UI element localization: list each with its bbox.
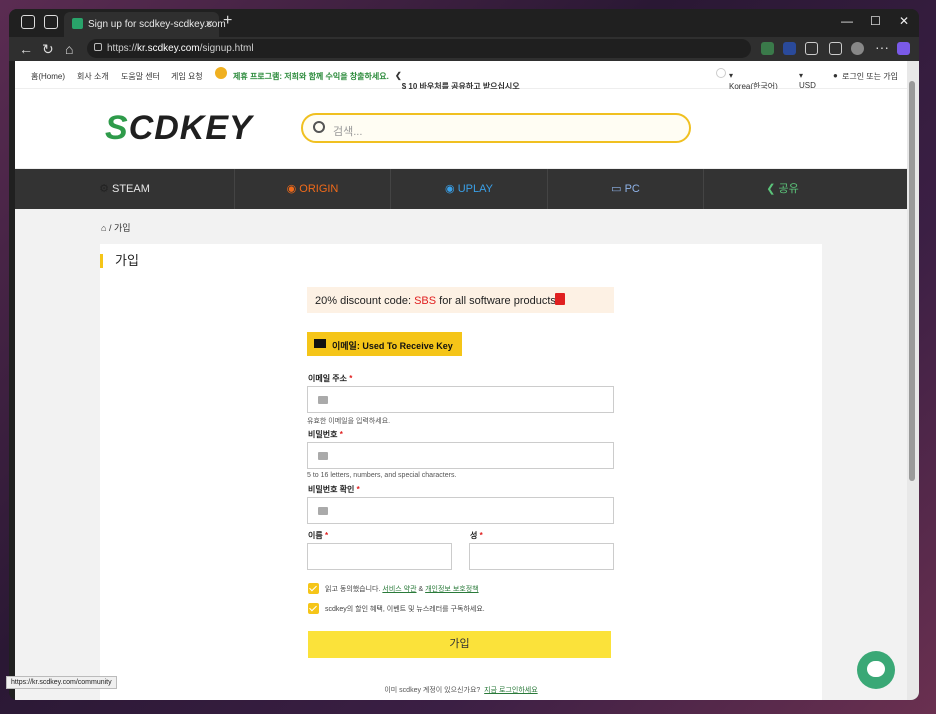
login-prompt: 이미 scdkey 계정이 있으신가요? 지금 로그인하세요 [384,687,538,694]
share-icon: ❮ [766,183,779,195]
last-name-label: 성 * [470,531,483,540]
site-header: SCDKEY 검색... [15,89,907,169]
steam-icon: ⚙ [99,183,112,195]
page-title: 가입 [100,254,139,268]
affiliate-promo-link[interactable]: 제휴 프로그램: 저희와 함께 수익을 창출하세요. [233,71,389,82]
url-text: https://kr.scdkey.com/signup.html [107,43,254,54]
close-window-icon[interactable]: ✕ [899,14,909,28]
minimize-icon[interactable]: — [841,14,853,28]
password-field[interactable] [307,442,614,469]
money-bag-icon [215,67,227,79]
origin-icon: ◉ [286,183,300,195]
back-icon[interactable]: ← [19,41,33,57]
language-select[interactable]: Korea(한국어) ▾ [729,71,778,91]
share-icon[interactable] [829,42,842,55]
scrollbar-thumb[interactable] [909,81,915,481]
breadcrumb: ⌂ / 가입 [101,223,131,233]
newsletter-text: scdkey의 할인 혜택, 이벤트 및 뉴스레터를 구독하세요. [325,606,485,613]
extensions-icon[interactable] [805,42,818,55]
lock-icon [318,452,328,460]
terms-agreement-text: 읽고 동의했습니다. 서비스 약관 & 개인정보 보호정책 [325,586,479,593]
terms-checkbox[interactable] [308,583,319,594]
copilot-icon[interactable] [897,42,910,55]
menu-item-steam[interactable]: ⚙ STEAM [15,169,235,209]
page-scrollbar[interactable] [907,61,919,700]
chat-icon[interactable] [857,651,895,689]
menu-item-pc[interactable]: ▭ PC [548,169,704,209]
login-signup-link[interactable]: 로그인 또는 가입 [842,71,898,82]
category-menu: ⚙ STEAM ◉ ORIGIN ◉ UPLAY ▭ PC ❮ 공유 [15,169,907,209]
browser-window: Sign up for scdkey-scdkey.com × + — ☐ ✕ … [9,9,919,700]
user-icon: ● [833,71,838,80]
extension-icon[interactable] [783,42,796,55]
confirm-password-field[interactable] [307,497,614,524]
korea-flag-icon [716,68,726,78]
game-request-link[interactable]: 게임 요청 [171,71,203,82]
discount-text: 20% discount code: SBS for all software … [315,295,556,307]
monitor-icon: ▭ [611,183,625,195]
password-label: 비밀번호 * [308,430,343,439]
share-voucher-link[interactable]: ❮ $ 10 바우처를 공유하고 받으십시오 [395,71,520,91]
password-hint: 5 to 16 letters, numbers, and special ch… [307,472,457,479]
search-input[interactable]: 검색... [301,113,691,143]
scdkey-logo[interactable]: SCDKEY [105,109,253,148]
privacy-link[interactable]: 개인정보 보호정책 [425,586,478,593]
copy-icon[interactable] [555,293,565,305]
email-label: 이메일 주소 * [308,374,353,383]
refresh-icon[interactable]: ↻ [42,41,54,58]
discount-banner: 20% discount code: SBS for all software … [307,287,614,313]
envelope-icon [314,339,326,348]
confirm-password-label: 비밀번호 확인 * [308,485,360,494]
menu-item-share[interactable]: ❮ 공유 [704,169,861,209]
search-icon [313,121,325,133]
email-method-button[interactable]: 이메일: Used To Receive Key [307,332,462,356]
email-hint: 유효한 이메일을 입력하세요. [307,418,391,425]
first-name-field[interactable] [307,543,452,570]
site-info-icon[interactable] [94,43,102,51]
web-page: 홈(Home) 회사 소개 도움말 센터 게임 요청 제휴 프로그램: 저희와 … [15,61,907,700]
profile-avatar-icon[interactable] [851,42,864,55]
login-link[interactable]: 지금 로그인하세요 [484,687,537,694]
menu-item-origin[interactable]: ◉ ORIGIN [235,169,391,209]
email-field[interactable] [307,386,614,413]
terms-link[interactable]: 서비스 약관 [382,586,416,593]
url-field[interactable]: https://kr.scdkey.com/signup.html [87,39,751,58]
top-links-bar: 홈(Home) 회사 소개 도움말 센터 게임 요청 제휴 프로그램: 저희와 … [15,61,907,91]
signup-card: 가입 20% discount code: SBS for all softwa… [100,244,822,700]
lock-icon [318,507,328,515]
last-name-field[interactable] [469,543,614,570]
search-placeholder: 검색... [333,126,363,138]
signup-button[interactable]: 가입 [308,631,611,658]
title-bar: Sign up for scdkey-scdkey.com × + — ☐ ✕ [9,9,919,37]
extension-icon[interactable] [761,42,774,55]
first-name-label: 이름 * [308,531,329,540]
currency-select[interactable]: USD ▾ [799,71,816,90]
menu-item-uplay[interactable]: ◉ UPLAY [391,169,548,209]
tab-actions-icon[interactable] [44,15,58,29]
home-icon[interactable]: ⌂ [101,223,106,233]
home-link[interactable]: 홈(Home) [31,71,65,82]
home-icon[interactable]: ⌂ [65,41,73,57]
status-bar-url: https://kr.scdkey.com/community [6,676,117,689]
site-favicon-icon [72,18,83,29]
maximize-icon[interactable]: ☐ [870,14,881,28]
close-tab-icon[interactable]: × [205,16,213,31]
address-bar-row: ← ↻ ⌂ https://kr.scdkey.com/signup.html … [9,37,919,61]
more-icon[interactable]: ··· [875,39,889,55]
workspaces-icon[interactable] [21,15,35,29]
new-tab-icon[interactable]: + [223,12,232,30]
envelope-icon [318,396,328,404]
help-center-link[interactable]: 도움말 센터 [121,71,160,82]
browser-tab[interactable]: Sign up for scdkey-scdkey.com × [64,12,226,37]
uplay-icon: ◉ [445,183,458,195]
newsletter-checkbox[interactable] [308,603,319,614]
about-link[interactable]: 회사 소개 [77,71,109,82]
